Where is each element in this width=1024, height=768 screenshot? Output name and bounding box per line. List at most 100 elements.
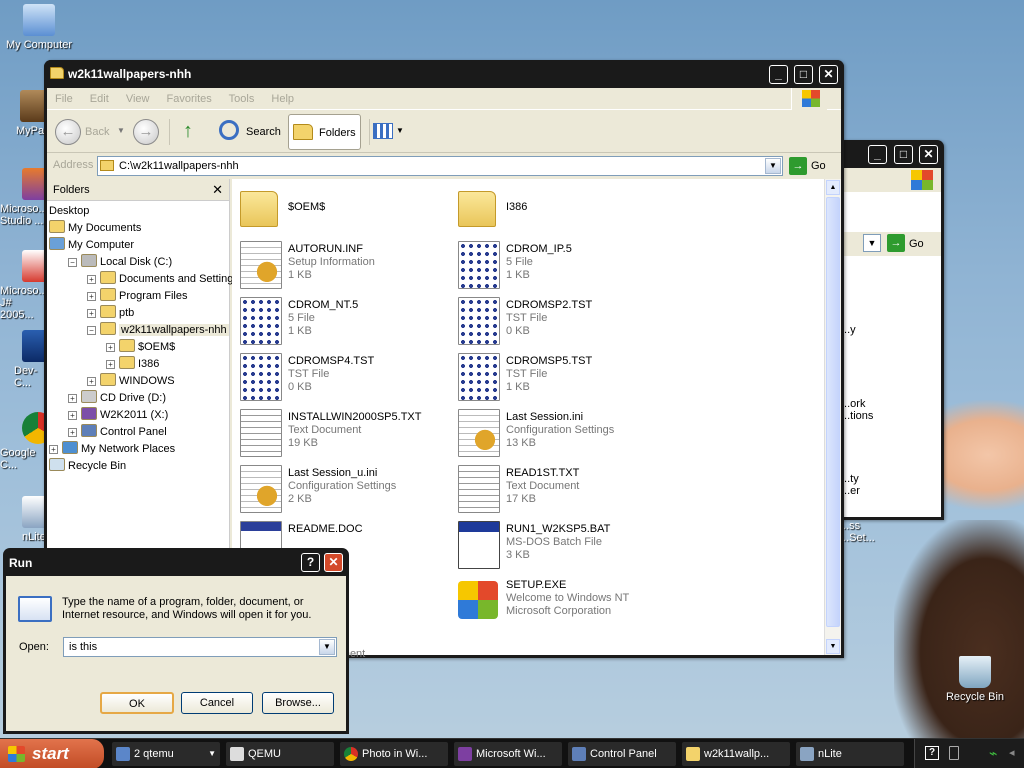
menu-file[interactable]: File [55, 93, 73, 105]
file-item[interactable]: CDROMSP2.TST TST File 0 KB [458, 297, 668, 347]
file-item[interactable]: Last Session.ini Configuration Settings 13… [458, 409, 668, 459]
up-folder-icon[interactable]: ↑ [183, 120, 205, 142]
file-item[interactable]: $OEM$ [240, 185, 450, 235]
go-button[interactable]: Go [811, 160, 826, 172]
tree-item[interactable]: Desktop [49, 203, 89, 220]
scroll-thumb[interactable] [826, 197, 840, 627]
desktop-icon-my-computer[interactable]: My Computer [2, 4, 76, 51]
menu-tools[interactable]: Tools [229, 93, 255, 105]
desktop-icon-jsharp[interactable]: Microso... J# 2005... [0, 250, 46, 321]
menu-favorites[interactable]: Favorites [167, 93, 212, 105]
close-button[interactable]: ✕ [324, 553, 343, 572]
file-item[interactable]: RUN1_W2KSP5.BAT MS-DOS Batch File 3 KB [458, 521, 668, 571]
taskbar-item-explorer[interactable]: w2k11wallp... [682, 742, 790, 766]
maximize-button[interactable]: □ [794, 65, 813, 84]
background-explorer-window[interactable]: _ □ ✕ ▼ → Go ...y ...ork ...tions ...ty … [838, 140, 944, 520]
browse-button[interactable]: Browse... [262, 692, 334, 714]
help-tray-icon[interactable]: ? [925, 746, 939, 760]
expand-toggle-icon[interactable]: + [68, 428, 77, 437]
tree-item[interactable]: + CD Drive (D:) [68, 390, 166, 407]
file-item[interactable]: CDROMSP4.TST TST File 0 KB [240, 353, 450, 403]
file-item[interactable]: SETUP.EXE Welcome to Windows NT Microsoft … [458, 577, 668, 627]
desktop-icon-nlite[interactable]: nLite [0, 496, 48, 543]
help-button[interactable]: ? [301, 553, 320, 572]
ok-button[interactable]: OK [100, 692, 174, 714]
close-icon[interactable]: ✕ [919, 145, 938, 164]
taskbar-item-qtemu[interactable]: 2 qtemu ▼ [112, 742, 220, 766]
menu-edit[interactable]: Edit [90, 93, 109, 105]
vertical-scrollbar[interactable]: ▲ ▼ [824, 179, 841, 655]
scroll-up-arrow[interactable]: ▲ [826, 180, 840, 195]
file-item[interactable]: CDROM_NT.5 5 File 1 KB [240, 297, 450, 347]
back-arrow-icon[interactable]: ← [55, 119, 81, 145]
file-item[interactable]: CDROM_IP.5 5 File 1 KB [458, 241, 668, 291]
views-dropdown-icon[interactable]: ▼ [396, 126, 404, 135]
tree-item[interactable]: + Documents and Settings [87, 271, 239, 288]
go-button-label[interactable]: Go [909, 238, 924, 250]
explorer-titlebar[interactable]: w2k11wallpapers-nhh [44, 60, 844, 88]
address-input[interactable]: C:\w2k11wallpapers-nhh ▼ [97, 156, 783, 176]
expand-toggle-icon[interactable]: − [87, 326, 96, 335]
file-item[interactable]: I386 [458, 185, 668, 235]
expand-toggle-icon[interactable]: + [106, 343, 115, 352]
forward-arrow-icon[interactable]: → [133, 119, 159, 145]
tree-item[interactable]: + $OEM$ [106, 339, 175, 356]
close-folders-pane-icon[interactable]: ✕ [212, 182, 223, 198]
usb-tray-icon[interactable] [949, 746, 959, 760]
desktop-icon-ms-studio[interactable]: Microso... Studio ... [0, 168, 48, 227]
maximize-icon[interactable]: □ [894, 145, 913, 164]
menu-help[interactable]: Help [271, 93, 294, 105]
tree-item[interactable]: + ptb [87, 305, 134, 322]
go-arrow-icon[interactable]: → [789, 157, 807, 175]
tree-item[interactable]: + Program Files [87, 288, 187, 305]
run-dialog[interactable]: Run ? ✕ Type the name of a program, fold… [3, 548, 349, 734]
taskbar-item-photo[interactable]: Photo in Wi... [340, 742, 448, 766]
expand-toggle-icon[interactable]: + [87, 377, 96, 386]
expand-toggle-icon[interactable]: + [49, 445, 58, 454]
tree-item[interactable]: + Control Panel [68, 424, 167, 441]
file-item[interactable]: INSTALLWIN2000SP5.TXT Text Document 19 KB [240, 409, 450, 459]
expand-toggle-icon[interactable]: + [68, 394, 77, 403]
desktop-icon-recycle-bin[interactable]: Recycle Bin [938, 656, 1012, 703]
tree-item[interactable]: + My Network Places [49, 441, 175, 458]
back-button-label[interactable]: Back [85, 126, 109, 138]
address-dropdown-arrow[interactable]: ▼ [863, 234, 881, 252]
tree-item[interactable]: Recycle Bin [49, 458, 126, 475]
tree-item[interactable]: + I386 [106, 356, 159, 373]
folders-button[interactable]: Folders [288, 114, 361, 150]
tree-item[interactable]: My Computer [49, 237, 134, 254]
minimize-button[interactable]: _ [769, 65, 788, 84]
taskbar-item-microsoft[interactable]: Microsoft Wi... [454, 742, 562, 766]
expand-toggle-icon[interactable]: + [87, 309, 96, 318]
expand-toggle-icon[interactable]: + [87, 292, 96, 301]
expand-toggle-icon[interactable]: + [68, 411, 77, 420]
file-item[interactable]: AUTORUN.INF Setup Information 1 KB [240, 241, 450, 291]
cancel-button[interactable]: Cancel [181, 692, 253, 714]
open-input[interactable]: is this ▼ [63, 637, 337, 657]
address-dropdown-arrow[interactable]: ▼ [765, 158, 781, 174]
file-item[interactable]: CDROMSP5.TST TST File 1 KB [458, 353, 668, 403]
tree-item[interactable]: My Documents [49, 220, 141, 237]
views-icon[interactable] [373, 123, 393, 139]
tree-item[interactable]: + W2K2011 (X:) [68, 407, 168, 424]
expand-toggle-icon[interactable]: + [87, 275, 96, 284]
tree-item[interactable]: − Local Disk (C:) [68, 254, 172, 271]
taskbar-item-nlite[interactable]: nLite [796, 742, 904, 766]
tree-item[interactable]: − w2k11wallpapers-nhh [87, 322, 229, 339]
back-dropdown-icon[interactable]: ▼ [117, 126, 125, 135]
search-icon[interactable] [219, 120, 239, 140]
tree-item[interactable]: + WINDOWS [87, 373, 175, 390]
file-item[interactable]: Last Session_u.ini Configuration Settings… [240, 465, 450, 515]
start-button[interactable]: start [0, 739, 104, 768]
open-dropdown-arrow[interactable]: ▼ [319, 639, 335, 655]
scroll-down-arrow[interactable]: ▼ [826, 639, 840, 654]
search-button[interactable]: Search [246, 126, 281, 138]
expand-toggle-icon[interactable]: − [68, 258, 77, 267]
desktop-icon-dev-cpp[interactable]: Dev-C... [0, 330, 46, 389]
network-tray-icon[interactable]: ⌁ [989, 746, 1003, 760]
expand-toggle-icon[interactable]: + [106, 360, 115, 369]
taskbar-item-control-panel[interactable]: Control Panel [568, 742, 676, 766]
taskbar-item-qemu[interactable]: QEMU [226, 742, 334, 766]
close-button[interactable]: ✕ [819, 65, 838, 84]
go-arrow-icon[interactable]: → [887, 234, 905, 252]
